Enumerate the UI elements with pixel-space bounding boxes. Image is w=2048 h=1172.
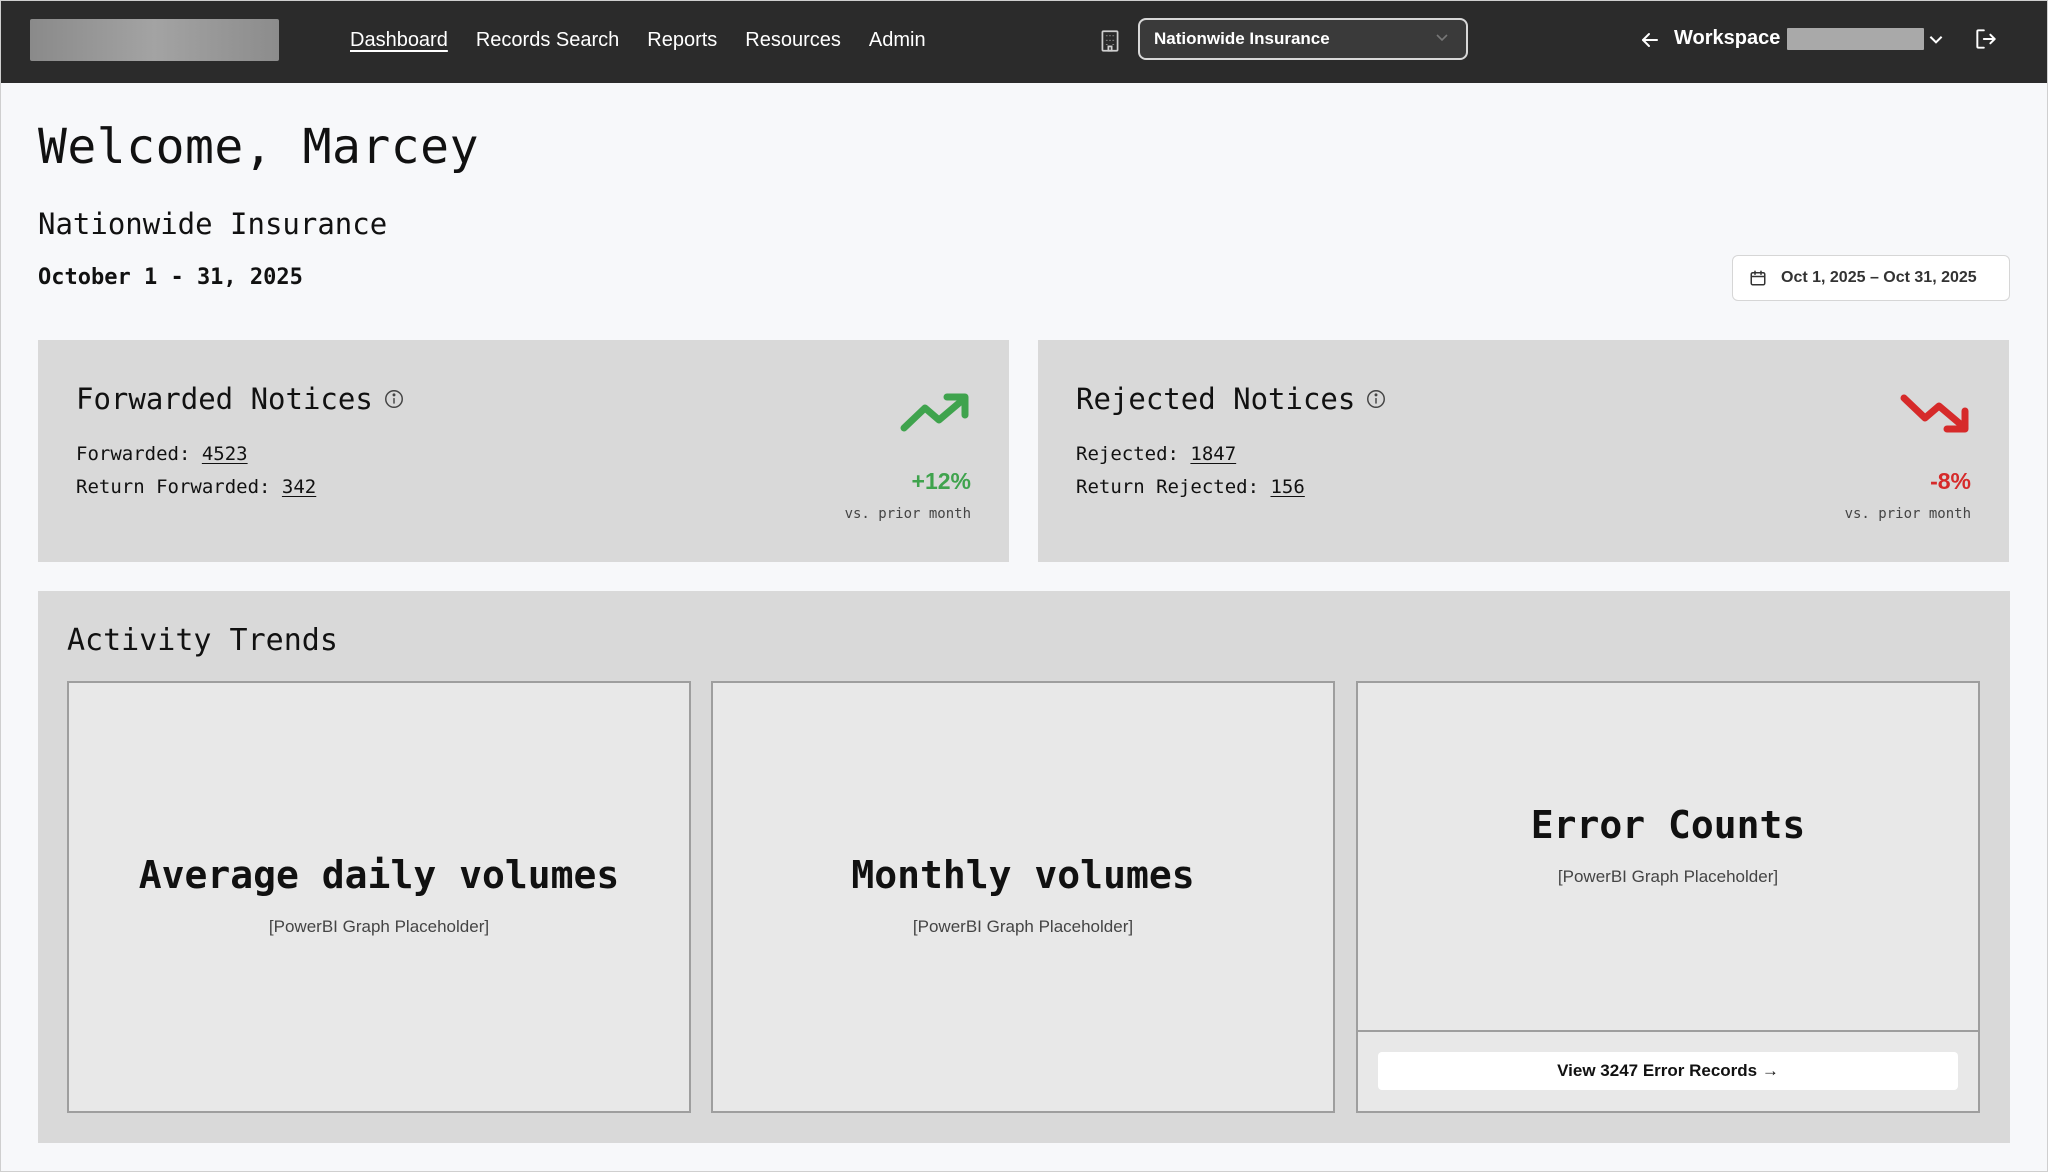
panel-placeholder-text: [PowerBI Graph Placeholder]: [268, 917, 490, 936]
arrow-left-icon[interactable]: [1638, 28, 1662, 52]
panel-placeholder-text: [PowerBI Graph Placeholder]: [912, 917, 1134, 936]
return-forwarded-line: Return Forwarded: 342: [76, 476, 316, 498]
building-icon: [1101, 30, 1119, 52]
view-error-records-button[interactable]: View 3247 Error Records →: [1378, 1052, 1958, 1090]
date-range-picker[interactable]: Oct 1, 2025 – Oct 31, 2025: [1732, 255, 2010, 301]
card-title: Forwarded Notices: [76, 382, 405, 416]
return-rejected-count-link[interactable]: 156: [1270, 476, 1304, 498]
forwarded-line: Forwarded: 4523: [76, 443, 248, 465]
return-forwarded-label: Return Forwarded:: [76, 476, 271, 498]
return-rejected-line: Return Rejected: 156: [1076, 476, 1305, 498]
monthly-volumes-panel: Monthly volumes [PowerBI Graph Placehold…: [711, 681, 1335, 1113]
rejected-label: Rejected:: [1076, 443, 1179, 465]
activity-trends-section: Activity Trends Average daily volumes [P…: [38, 591, 2010, 1143]
nav-admin[interactable]: Admin: [869, 29, 926, 52]
forwarded-notices-title: Forwarded Notices: [76, 382, 373, 416]
forwarded-change: +12%: [911, 468, 971, 494]
rejected-line: Rejected: 1847: [1076, 443, 1236, 465]
card-title: Rejected Notices: [1076, 382, 1387, 416]
return-rejected-label: Return Rejected:: [1076, 476, 1260, 498]
info-icon[interactable]: [383, 388, 405, 410]
trending-down-icon: [1900, 394, 1969, 433]
trending-up-icon: [900, 393, 969, 432]
logout-icon[interactable]: [1973, 26, 1999, 52]
chevron-down-icon: [1436, 34, 1448, 42]
forwarded-change-caption: vs. prior month: [844, 506, 971, 522]
panel-title: Monthly volumes: [851, 853, 1195, 897]
info-icon[interactable]: [1365, 388, 1387, 410]
nav-reports[interactable]: Reports: [647, 29, 717, 52]
forwarded-notices-card: Forwarded Notices Forwarded: 4523 Return…: [38, 340, 1009, 562]
nav-dashboard[interactable]: Dashboard: [350, 29, 448, 52]
forwarded-label: Forwarded:: [76, 443, 191, 465]
panel-placeholder-text: [PowerBI Graph Placeholder]: [1557, 867, 1779, 886]
average-daily-volumes-panel: Average daily volumes [PowerBI Graph Pla…: [67, 681, 691, 1113]
reporting-period: October 1 - 31, 2025: [38, 265, 303, 290]
activity-trends-title: Activity Trends: [67, 623, 338, 658]
panel-title: Error Counts: [1530, 803, 1806, 847]
rejected-change: -8%: [1930, 468, 1971, 494]
calendar-icon: [1750, 270, 1766, 286]
rejected-change-caption: vs. prior month: [1844, 506, 1971, 522]
workspace-select[interactable]: [1787, 28, 1924, 50]
organization-select-value: Nationwide Insurance: [1154, 29, 1330, 48]
error-counts-panel: Error Counts [PowerBI Graph Placeholder]…: [1356, 681, 1980, 1113]
organization-select[interactable]: Nationwide Insurance: [1138, 18, 1468, 60]
rejected-count-link[interactable]: 1847: [1190, 443, 1236, 465]
nav-resources[interactable]: Resources: [745, 29, 841, 52]
welcome-heading: Welcome, Marcey: [38, 119, 479, 175]
organization-name: Nationwide Insurance: [38, 207, 388, 241]
rejected-notices-card: Rejected Notices Rejected: 1847 Return R…: [1038, 340, 2009, 562]
divider: [1358, 1030, 1978, 1032]
chevron-down-icon[interactable]: [1927, 30, 1945, 48]
date-range-label: Oct 1, 2025 – Oct 31, 2025: [1781, 269, 1977, 286]
return-forwarded-count-link[interactable]: 342: [282, 476, 316, 498]
top-navigation-bar: Dashboard Records Search Reports Resourc…: [1, 1, 2047, 83]
nav-records-search[interactable]: Records Search: [476, 29, 619, 52]
panel-title: Average daily volumes: [138, 853, 620, 897]
company-logo[interactable]: [30, 19, 279, 61]
forwarded-count-link[interactable]: 4523: [202, 443, 248, 465]
workspace-label: Workspace: [1674, 27, 1781, 49]
app-frame: Dashboard Records Search Reports Resourc…: [0, 0, 2048, 1172]
main-nav: Dashboard Records Search Reports Resourc…: [350, 1, 954, 79]
rejected-notices-title: Rejected Notices: [1076, 382, 1356, 416]
